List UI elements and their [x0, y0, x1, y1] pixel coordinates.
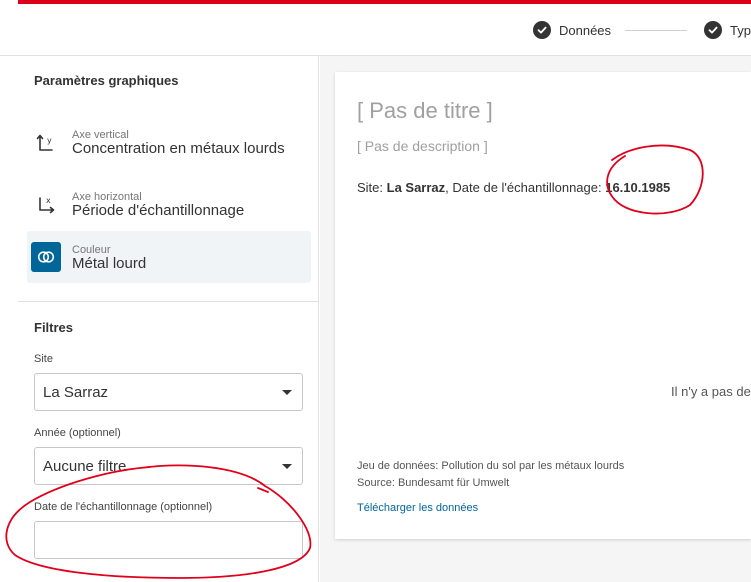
option-color[interactable]: Couleur Métal lourd: [27, 231, 311, 283]
option-vertical-axis[interactable]: y Axe vertical Concentration en métaux l…: [27, 116, 311, 168]
source-info: Source: Bundesamt für Umwelt: [357, 477, 510, 489]
option-caption: Axe horizontal: [72, 190, 142, 203]
sidebar-divider: [18, 301, 318, 302]
color-segment-icon: [31, 242, 61, 272]
site-filter-label: Site: [34, 353, 53, 365]
chart-description[interactable]: [ Pas de description ]: [357, 138, 488, 154]
year-select[interactable]: Aucune filtre: [34, 447, 303, 485]
svg-text:x: x: [46, 196, 51, 205]
step-label: Données: [559, 22, 612, 38]
dataset-info: Jeu de données: Pollution du sol par les…: [357, 460, 625, 472]
date-meta-label: , Date de l'échantillonnage:: [445, 180, 606, 195]
step-connector: [625, 30, 687, 31]
option-caption: Axe vertical: [72, 128, 129, 141]
site-select-value: La Sarraz: [43, 383, 109, 401]
chart-options-title: Paramètres graphiques: [34, 73, 179, 88]
date-input[interactable]: [34, 521, 303, 559]
caret-down-icon: [282, 390, 292, 395]
y-axis-icon: y: [31, 127, 61, 157]
caret-down-icon: [282, 464, 292, 469]
option-value: Métal lourd: [72, 254, 147, 272]
chart-canvas-area: [ Pas de titre ] [ Pas de description ] …: [320, 56, 751, 582]
year-filter-label: Année (optionnel): [34, 427, 121, 439]
site-select[interactable]: La Sarraz: [34, 373, 303, 411]
site-meta-value: La Sarraz: [386, 180, 446, 195]
sidebar-panel: Paramètres graphiques y Axe vertical Con…: [18, 56, 319, 582]
no-data-message: Il n'y a pas de: [671, 384, 751, 399]
step-type[interactable]: Typ: [704, 21, 751, 39]
filters-title: Filtres: [34, 320, 74, 335]
svg-text:y: y: [47, 136, 52, 145]
chart-title[interactable]: [ Pas de titre ]: [357, 98, 493, 124]
option-caption: Couleur: [72, 243, 111, 256]
chart-card: [ Pas de titre ] [ Pas de description ] …: [335, 72, 751, 539]
date-filter-label: Date de l'échantillonnage (optionnel): [34, 501, 213, 513]
step-label: Typ: [730, 22, 751, 38]
year-select-value: Aucune filtre: [43, 457, 127, 475]
check-circle-icon: [704, 21, 722, 39]
option-value: Concentration en métaux lourds: [72, 139, 285, 157]
step-navigation: Données Typ: [0, 0, 751, 56]
site-meta-label: Site:: [357, 180, 387, 195]
chart-filter-summary: Site: La Sarraz, Date de l'échantillonna…: [357, 180, 670, 195]
download-data-link[interactable]: Télécharger les données: [357, 502, 478, 514]
date-meta-value: 16.10.1985: [605, 180, 671, 195]
option-value: Période d'échantillonnage: [72, 201, 245, 219]
step-data[interactable]: Données: [533, 21, 611, 39]
option-horizontal-axis[interactable]: x Axe horizontal Période d'échantillonna…: [27, 178, 311, 230]
x-axis-icon: x: [31, 189, 61, 219]
check-circle-icon: [533, 21, 551, 39]
